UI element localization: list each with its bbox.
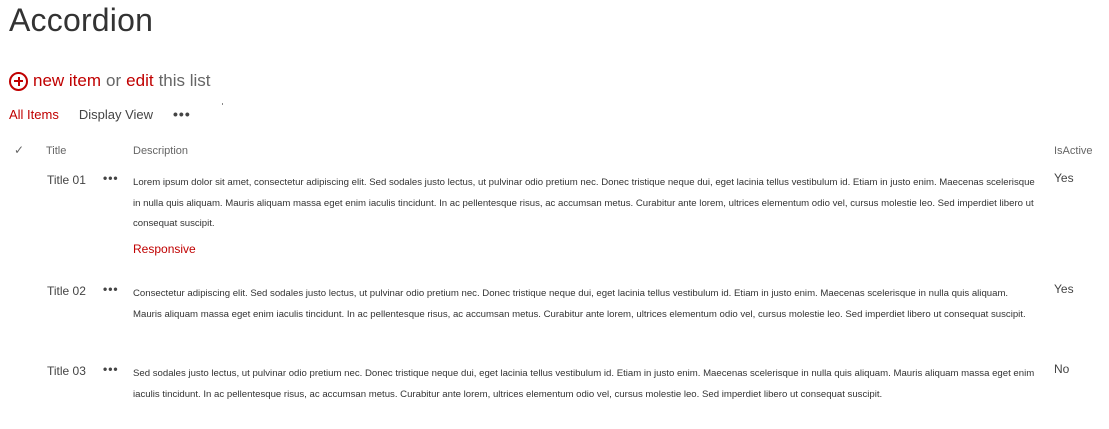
row-menu-button[interactable]: ••• [103,282,119,296]
row-menu-button[interactable]: ••• [103,362,119,376]
new-item-bar: new item or edit this list [9,69,211,93]
more-views-button[interactable]: ••• [173,106,191,122]
row-menu-button[interactable]: ••• [103,171,119,185]
row-description: Consectetur adipiscing elit. Sed sodales… [133,288,1026,320]
new-item-link[interactable]: new item [33,71,101,91]
divider-dot [222,103,223,105]
column-header-isactive[interactable]: IsActive [1054,145,1093,157]
column-header-title[interactable]: Title [46,145,66,157]
view-selector: All Items Display View ••• [9,105,191,123]
checkmark-icon[interactable]: ✓ [14,143,24,157]
row-isactive: Yes [1054,171,1074,185]
this-list-text: this list [158,71,211,90]
row-description: Sed sodales justo lectus, ut pulvinar od… [133,368,1035,400]
view-all-items[interactable]: All Items [9,107,59,122]
row-title[interactable]: Title 02 [47,283,97,300]
row-isactive: Yes [1054,282,1074,296]
list-header: ✓ Title Description IsActive [0,143,1109,161]
edit-list-link[interactable]: edit [126,71,153,91]
row-title[interactable]: Title 03 [47,363,97,380]
view-display-view[interactable]: Display View [79,107,153,122]
plus-circle-icon[interactable] [9,71,28,91]
page-title: Accordion [9,2,154,38]
or-text: or [106,71,122,90]
row-title[interactable]: Title 01 [47,172,97,189]
row-description: Lorem ipsum dolor sit amet, consectetur … [133,177,1035,229]
column-header-description[interactable]: Description [133,145,188,157]
row-isactive: No [1054,362,1070,376]
row-link[interactable]: Responsive [133,242,196,256]
